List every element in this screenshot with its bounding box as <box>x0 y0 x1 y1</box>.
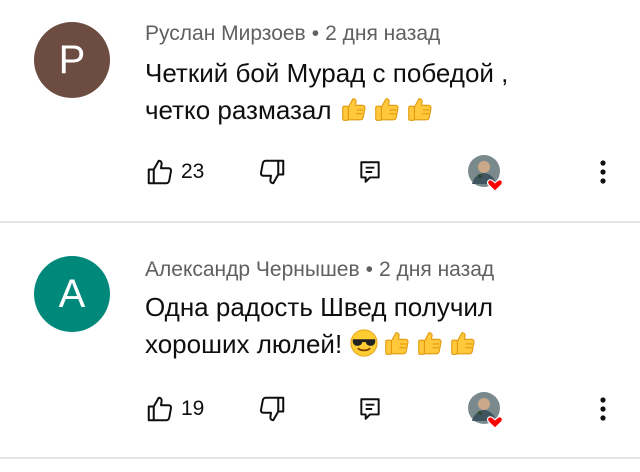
like-count: 23 <box>181 160 205 183</box>
comment-time[interactable]: 2 дня назад <box>379 258 494 281</box>
like-icon <box>147 396 173 422</box>
like-button[interactable]: 19 <box>145 389 204 429</box>
more-vert-icon[interactable] <box>591 156 615 188</box>
thumbs-up-emoji-icon <box>405 94 435 124</box>
avatar-letter: A <box>58 271 86 316</box>
comment-text-line-with-emojis: четко размазал <box>145 92 615 129</box>
emoji-group <box>339 95 438 125</box>
like-count: 19 <box>181 397 205 420</box>
reply-icon <box>360 398 380 420</box>
comment-divider <box>0 457 640 459</box>
comment-item: P Руслан Мирзоев • 2 дня назад Четкий бой … <box>0 0 640 210</box>
comment-item: A Александр Чернышев • 2 дня назад Одна ра… <box>0 236 640 446</box>
thumbs-up-emoji-icon <box>448 328 478 358</box>
reply-button[interactable] <box>357 152 383 192</box>
comment-actions: 23 <box>145 152 625 192</box>
comment-text: Одна радость Швед получил хороших люлей! <box>145 289 615 363</box>
thumbs-up-emoji-icon <box>372 94 402 124</box>
dislike-icon <box>259 396 285 422</box>
comment-actions: 19 <box>145 389 625 429</box>
comment-text-line: хороших люлей! <box>145 329 343 359</box>
comment-divider <box>0 221 640 223</box>
avatar[interactable]: A <box>34 256 110 332</box>
avatar[interactable]: P <box>34 22 110 98</box>
meta-separator: • <box>365 258 373 281</box>
creator-heart-icon[interactable] <box>467 391 505 429</box>
author-name[interactable]: Александр Чернышев <box>145 258 360 281</box>
more-vert-icon[interactable] <box>591 393 615 425</box>
thumbs-up-emoji-icon <box>339 94 369 124</box>
comment-meta: Александр Чернышев • 2 дня назад <box>145 258 494 282</box>
thumbs-up-emoji-icon <box>382 328 412 358</box>
comment-text: Четкий бой Мурад с победой , четко разма… <box>145 55 615 129</box>
comment-text-line: четко размазал <box>145 95 332 125</box>
emoji-group <box>349 329 481 359</box>
like-button[interactable]: 23 <box>145 152 204 192</box>
dislike-icon <box>259 159 285 185</box>
dislike-button[interactable] <box>257 152 287 192</box>
reply-icon <box>360 161 380 183</box>
dislike-button[interactable] <box>257 389 287 429</box>
thumbs-up-emoji-icon <box>415 328 445 358</box>
comment-time[interactable]: 2 дня назад <box>325 22 440 45</box>
like-icon <box>147 159 173 185</box>
meta-separator: • <box>311 22 320 45</box>
comment-text-line-with-emojis: хороших люлей! <box>145 326 615 363</box>
comment-meta: Руслан Мирзоев • 2 дня назад <box>145 22 440 46</box>
avatar-letter: P <box>58 37 86 82</box>
comment-text-line: Четкий бой Мурад с победой , <box>145 58 509 88</box>
author-name[interactable]: Руслан Мирзоев <box>145 22 306 45</box>
creator-heart-icon[interactable] <box>467 154 505 192</box>
sunglasses-face-emoji-icon <box>349 328 379 358</box>
comment-text-line: Одна радость Швед получил <box>145 292 494 322</box>
reply-button[interactable] <box>357 389 383 429</box>
